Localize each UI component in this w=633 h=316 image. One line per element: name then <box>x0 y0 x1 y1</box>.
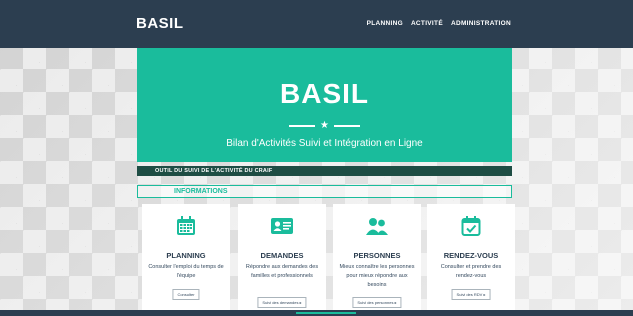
hero-title: BASIL <box>280 78 369 109</box>
card-title: DEMANDES <box>260 251 304 260</box>
star-icon: ★ <box>320 120 329 131</box>
suivi-demandes-button[interactable]: Suivi des demandes ▸ <box>257 297 307 308</box>
star-divider: ★ <box>137 120 512 132</box>
divider-line-left <box>289 125 316 127</box>
card-description: Consulter et prendre des rendez-vous <box>440 264 502 279</box>
informations-label: INFORMATIONS <box>137 185 512 198</box>
consulter-button[interactable]: Consulter <box>172 289 200 300</box>
card-title: PERSONNES <box>353 251 401 260</box>
card-demandes: DEMANDES Répondre aux demandes des famil… <box>238 204 326 312</box>
card-description: Répondre aux demandes des familles et pr… <box>245 264 319 279</box>
section-header: OUTIL DU SUIVI DE L'ACTIVITÉ DU CRAIF <box>137 166 512 176</box>
footer-accent <box>296 312 356 314</box>
nav-menu: PLANNING ACTIVITÉ ADMINISTRATION <box>367 20 511 27</box>
card-title: PLANNING <box>166 251 206 260</box>
card-personnes: PERSONNES Mieux connaître les personnes … <box>333 204 421 312</box>
nav-link-administration[interactable]: ADMINISTRATION <box>451 20 511 27</box>
card-description: Mieux connaître les personnes pour mieux… <box>339 264 415 288</box>
id-card-icon <box>238 214 326 238</box>
calendar-icon <box>142 214 230 238</box>
hero-subtitle: Bilan d'Activités Suivi et Intégration e… <box>226 138 423 149</box>
card-planning: PLANNING Consulter l'emploi du temps de … <box>142 204 230 312</box>
calendar-check-icon <box>427 214 515 238</box>
suivi-rdv-button[interactable]: Suivi des RDV ▸ <box>451 289 491 300</box>
people-icon <box>333 214 421 238</box>
divider-line-right <box>333 125 360 127</box>
nav-link-planning[interactable]: PLANNING <box>367 20 403 27</box>
suivi-personnes-button[interactable]: Suivi des personnes ▸ <box>352 297 402 308</box>
card-description: Consulter l'emploi du temps de l'équipe <box>148 264 224 279</box>
card-rendez-vous: RENDEZ-VOUS Consulter et prendre des ren… <box>427 204 515 312</box>
navbar: BASIL PLANNING ACTIVITÉ ADMINISTRATION <box>0 0 633 48</box>
hero-banner: BASIL ★ Bilan d'Activités Suivi et Intég… <box>137 48 512 162</box>
card-title: RENDEZ-VOUS <box>443 251 499 260</box>
nav-link-activite[interactable]: ACTIVITÉ <box>411 20 443 27</box>
brand-logo-link[interactable]: BASIL <box>136 15 184 32</box>
